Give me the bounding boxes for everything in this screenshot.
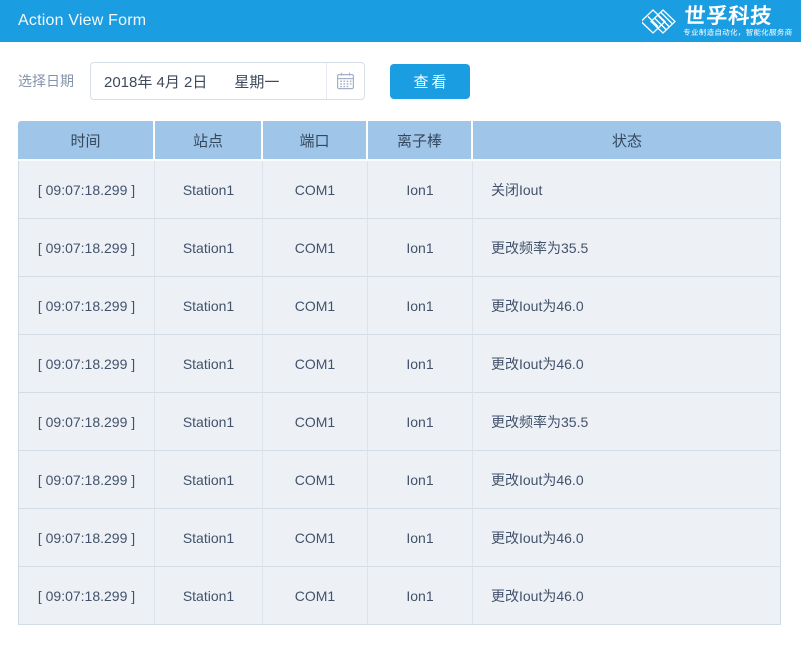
table-cell: COM1 bbox=[263, 219, 368, 277]
header-bar: Action View Form 世孚科技 专业制造自动化，智能化服务商 bbox=[0, 0, 801, 42]
table-row: [ 09:07:18.299 ]Station1COM1Ion1更改Iout为4… bbox=[18, 509, 781, 567]
table-cell: Station1 bbox=[155, 161, 263, 219]
table-cell: Ion1 bbox=[368, 509, 473, 567]
table-row: [ 09:07:18.299 ]Station1COM1Ion1更改频率为35.… bbox=[18, 393, 781, 451]
table-cell: Station1 bbox=[155, 335, 263, 393]
table-row: [ 09:07:18.299 ]Station1COM1Ion1更改Iout为4… bbox=[18, 277, 781, 335]
brand-logo: 世孚科技 专业制造自动化，智能化服务商 bbox=[642, 6, 795, 37]
table-cell: [ 09:07:18.299 ] bbox=[18, 567, 155, 625]
table-cell: COM1 bbox=[263, 161, 368, 219]
table-cell: COM1 bbox=[263, 393, 368, 451]
brand-diamond-icon bbox=[642, 6, 680, 37]
table-cell: COM1 bbox=[263, 335, 368, 393]
table-row: [ 09:07:18.299 ]Station1COM1Ion1关闭Iout bbox=[18, 161, 781, 219]
calendar-button[interactable] bbox=[326, 63, 364, 99]
table-row: [ 09:07:18.299 ]Station1COM1Ion1更改频率为35.… bbox=[18, 219, 781, 277]
date-label: 选择日期 bbox=[18, 71, 74, 91]
table-cell: [ 09:07:18.299 ] bbox=[18, 509, 155, 567]
table-cell: [ 09:07:18.299 ] bbox=[18, 451, 155, 509]
brand-tagline: 专业制造自动化，智能化服务商 bbox=[683, 29, 793, 37]
table-cell: [ 09:07:18.299 ] bbox=[18, 277, 155, 335]
page-title: Action View Form bbox=[18, 12, 146, 30]
table-cell: [ 09:07:18.299 ] bbox=[18, 335, 155, 393]
brand-text: 世孚科技 专业制造自动化，智能化服务商 bbox=[683, 6, 794, 37]
table-cell: Station1 bbox=[155, 567, 263, 625]
table-cell: Station1 bbox=[155, 393, 263, 451]
column-header-0: 时间 bbox=[18, 121, 155, 161]
table-cell: [ 09:07:18.299 ] bbox=[18, 161, 155, 219]
table-cell: Ion1 bbox=[368, 451, 473, 509]
table-header-row: 时间站点端口离子棒状态 bbox=[18, 121, 781, 161]
table-cell: Ion1 bbox=[368, 161, 473, 219]
table-cell: COM1 bbox=[263, 567, 368, 625]
table-row: [ 09:07:18.299 ]Station1COM1Ion1更改Iout为4… bbox=[18, 335, 781, 393]
table-cell: 更改Iout为46.0 bbox=[473, 277, 781, 335]
table-cell: 更改Iout为46.0 bbox=[473, 451, 781, 509]
table-cell: Ion1 bbox=[368, 277, 473, 335]
table-cell: 更改频率为35.5 bbox=[473, 219, 781, 277]
filter-row: 选择日期 2018年 4月 2日 星期一 查看 bbox=[18, 62, 783, 100]
action-log-table: 时间站点端口离子棒状态 [ 09:07:18.299 ]Station1COM1… bbox=[18, 121, 781, 625]
table-cell: 更改频率为35.5 bbox=[473, 393, 781, 451]
table-body: [ 09:07:18.299 ]Station1COM1Ion1关闭Iout[ … bbox=[18, 161, 781, 625]
table-cell: Ion1 bbox=[368, 567, 473, 625]
table-cell: [ 09:07:18.299 ] bbox=[18, 219, 155, 277]
table-cell: Station1 bbox=[155, 219, 263, 277]
table-row: [ 09:07:18.299 ]Station1COM1Ion1更改Iout为4… bbox=[18, 451, 781, 509]
table-cell: Station1 bbox=[155, 451, 263, 509]
date-input[interactable]: 2018年 4月 2日 星期一 bbox=[90, 62, 365, 100]
table-cell: COM1 bbox=[263, 509, 368, 567]
column-header-2: 端口 bbox=[263, 121, 368, 161]
table-cell: COM1 bbox=[263, 277, 368, 335]
calendar-icon bbox=[336, 72, 355, 90]
table-cell: 更改Iout为46.0 bbox=[473, 567, 781, 625]
date-value: 2018年 4月 2日 bbox=[104, 71, 207, 92]
table-cell: Ion1 bbox=[368, 335, 473, 393]
column-header-1: 站点 bbox=[155, 121, 263, 161]
table-row: [ 09:07:18.299 ]Station1COM1Ion1更改Iout为4… bbox=[18, 567, 781, 625]
table-cell: 更改Iout为46.0 bbox=[473, 335, 781, 393]
table-cell: Station1 bbox=[155, 509, 263, 567]
column-header-4: 状态 bbox=[473, 121, 781, 161]
table-cell: 更改Iout为46.0 bbox=[473, 509, 781, 567]
date-weekday: 星期一 bbox=[234, 71, 279, 92]
table-cell: Ion1 bbox=[368, 393, 473, 451]
column-header-3: 离子棒 bbox=[368, 121, 473, 161]
table-cell: Ion1 bbox=[368, 219, 473, 277]
table-cell: Station1 bbox=[155, 277, 263, 335]
brand-name: 世孚科技 bbox=[683, 6, 794, 27]
table-cell: 关闭Iout bbox=[473, 161, 781, 219]
view-button[interactable]: 查看 bbox=[390, 64, 470, 99]
table-cell: COM1 bbox=[263, 451, 368, 509]
table-cell: [ 09:07:18.299 ] bbox=[18, 393, 155, 451]
